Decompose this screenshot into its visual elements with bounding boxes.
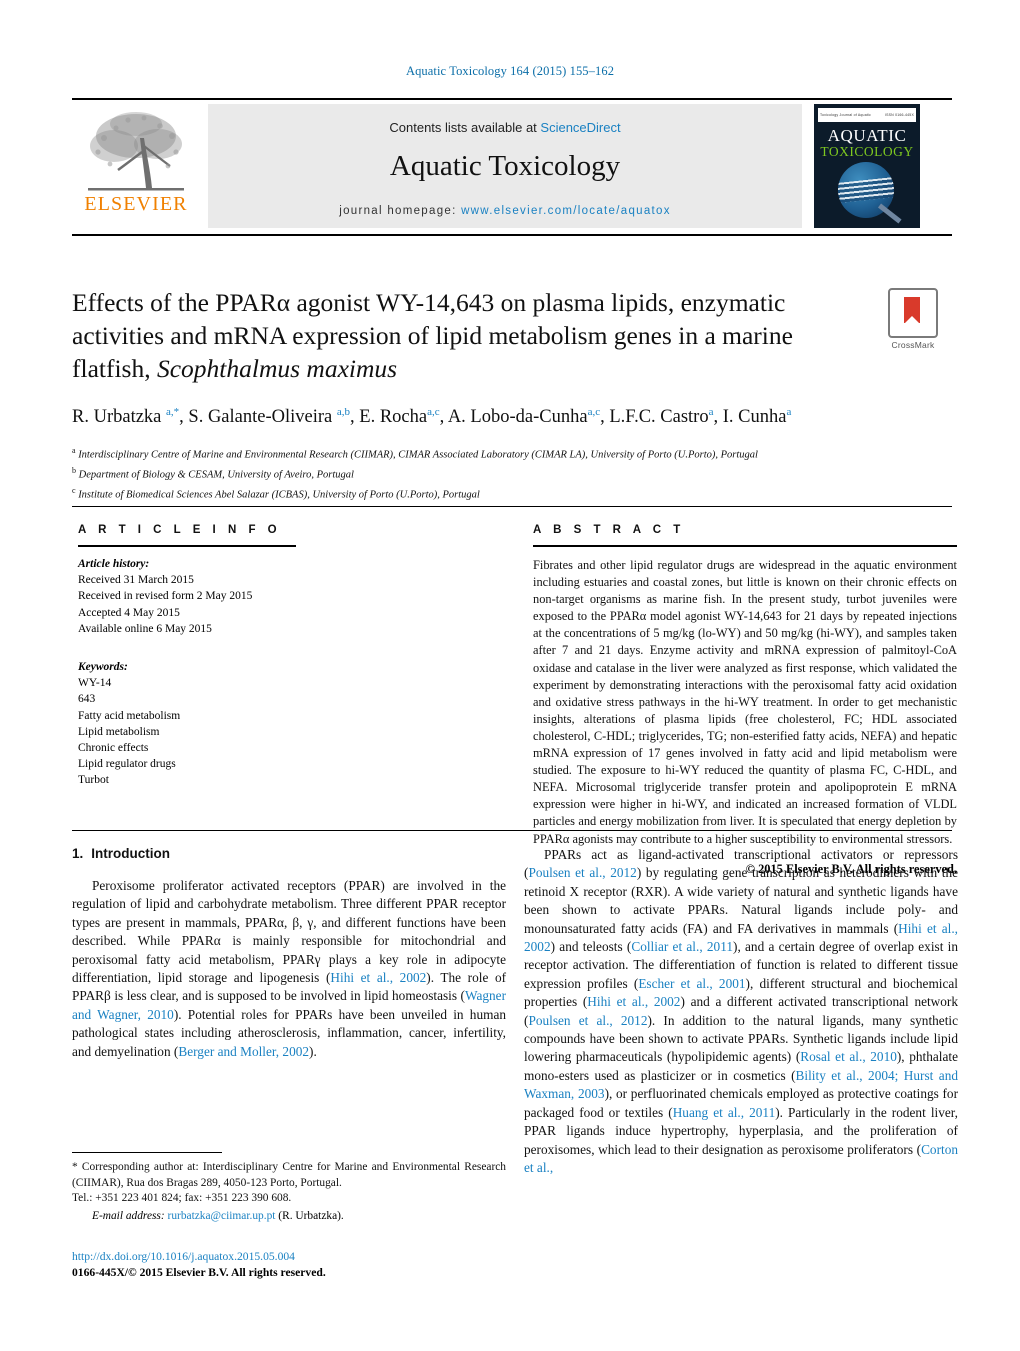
doi-link[interactable]: http://dx.doi.org/10.1016/j.aquatox.2015… <box>72 1249 572 1265</box>
affiliation-text: Institute of Biomedical Sciences Abel Sa… <box>78 489 480 501</box>
history-item: Available online 6 May 2015 <box>78 622 212 635</box>
citation-link[interactable]: Hihi et al., 2002 <box>587 994 680 1009</box>
article-info-heading: A R T I C L E I N F O <box>78 524 282 536</box>
keyword-item: Turbot <box>78 774 109 787</box>
crossmark-icon <box>888 288 938 338</box>
journal-band: Contents lists available at ScienceDirec… <box>208 104 802 228</box>
sciencedirect-link[interactable]: ScienceDirect <box>540 120 620 135</box>
article-history-label: Article history: <box>78 558 150 570</box>
section-heading-introduction: 1. Introduction <box>72 846 506 861</box>
corresponding-author-note: * Corresponding author at: Interdiscipli… <box>72 1161 506 1189</box>
magnifier-handle-icon <box>877 203 902 224</box>
title-line-3-plain: flatfish, <box>72 354 157 383</box>
affiliation-item: a Interdisciplinary Centre of Marine and… <box>72 443 852 463</box>
citation-link[interactable]: Wagner and Wagner, 2010 <box>72 988 506 1021</box>
affiliation-item: c Institute of Biomedical Sciences Abel … <box>72 483 852 503</box>
body-column-left: 1. Introduction Peroxisome proliferator a… <box>72 846 506 1061</box>
citation-link[interactable]: Hihi et al., 2002 <box>330 970 426 985</box>
journal-cover-image: Toxicology Journal of Aquatic ISSN 0166-… <box>814 104 920 228</box>
history-item: Received in revised form 2 May 2015 <box>78 590 253 603</box>
body-paragraph: PPARs act as ligand-activated transcript… <box>524 847 959 1175</box>
section-number: 1. <box>72 846 84 861</box>
section-title: Introduction <box>91 846 170 861</box>
cover-title-bottom: TOXICOLOGY <box>820 144 914 159</box>
affiliation-mark: c <box>72 486 76 496</box>
info-block-top-rule <box>72 506 952 507</box>
keyword-item: Chronic effects <box>78 742 149 755</box>
email-link[interactable]: rurbatzka@ciimar.up.pt <box>168 1210 276 1222</box>
title-line-2: activities and mRNA expression of lipid … <box>72 321 793 350</box>
journal-homepage-line: journal homepage: www.elsevier.com/locat… <box>208 205 802 217</box>
affiliation-item: b Department of Biology & CESAM, Univers… <box>72 463 852 483</box>
keyword-item: Lipid regulator drugs <box>78 758 176 771</box>
masthead-rule-top <box>72 98 952 100</box>
footnote-rule <box>72 1152 222 1153</box>
keyword-item: Lipid metabolism <box>78 725 160 738</box>
citation-link[interactable]: Poulsen et al., 2012 <box>528 865 636 880</box>
journal-homepage-link[interactable]: www.elsevier.com/locate/aquatox <box>461 205 671 217</box>
cover-title-top: AQUATIC <box>827 126 907 145</box>
citation-link[interactable]: Hihi et al., 2002 <box>524 921 958 954</box>
keyword-item: WY-14 <box>78 677 112 690</box>
crossmark-badge[interactable]: CrossMark <box>880 288 946 354</box>
keywords-block: Keywords: WY-14 643 Fatty acid metabolis… <box>78 659 296 789</box>
cover-strip-right: ISSN 0166-445X <box>884 113 914 117</box>
abstract-heading: A B S T R A C T <box>533 524 685 536</box>
crossmark-label: CrossMark <box>891 340 935 350</box>
citation-link[interactable]: Colliar et al., 2011 <box>631 939 733 954</box>
citation-link[interactable]: Berger and Moller, 2002 <box>178 1044 309 1059</box>
paper-page: Aquatic Toxicology 164 (2015) 155–162 EL… <box>0 0 1020 1351</box>
elsevier-logo: ELSEVIER <box>74 104 198 232</box>
affiliation-mark: a <box>72 446 76 456</box>
history-item: Accepted 4 May 2015 <box>78 606 180 619</box>
author-list: R. Urbatzka a,*, S. Galante-Oliveira a,b… <box>72 406 792 428</box>
crossmark-bookmark-shape <box>904 297 920 324</box>
affiliation-mark: b <box>72 466 76 476</box>
history-item: Received 31 March 2015 <box>78 574 194 587</box>
page-footer: http://dx.doi.org/10.1016/j.aquatox.2015… <box>72 1249 572 1281</box>
journal-masthead: ELSEVIER Contents lists available at Sci… <box>72 98 952 236</box>
affiliation-text: Department of Biology & CESAM, Universit… <box>78 469 354 481</box>
homepage-prefix: journal homepage: <box>339 205 462 217</box>
masthead-rule-bottom <box>72 234 952 236</box>
citation-link[interactable]: Escher et al., 2001 <box>638 976 745 991</box>
title-block: Effects of the PPARα agonist WY-14,643 o… <box>72 286 852 503</box>
abstract-rule <box>533 545 957 547</box>
title-line-1: Effects of the PPARα agonist WY-14,643 o… <box>72 288 786 317</box>
affiliation-text: Interdisciplinary Centre of Marine and E… <box>78 449 758 461</box>
keywords-label: Keywords: <box>78 661 128 674</box>
keyword-item: 643 <box>78 693 96 706</box>
contents-prefix: Contents lists available at <box>389 120 541 135</box>
contents-available-line: Contents lists available at ScienceDirec… <box>208 120 802 135</box>
running-head: Aquatic Toxicology 164 (2015) 155–162 <box>405 64 615 78</box>
article-history-block: Article history: Received 31 March 2015 … <box>78 556 296 637</box>
affiliation-list: a Interdisciplinary Centre of Marine and… <box>72 443 852 503</box>
email-note: E-mail address: rurbatzka@ciimar.up.pt (… <box>72 1209 506 1225</box>
journal-title: Aquatic Toxicology <box>389 150 621 182</box>
footnote-block: * Corresponding author at: Interdiscipli… <box>72 1160 506 1224</box>
abstract-column: A B S T R A C T Fibrates and other lipid… <box>533 524 957 877</box>
cover-top-strip: Toxicology Journal of Aquatic ISSN 0166-… <box>818 108 916 122</box>
email-owner: (R. Urbatzka). <box>278 1209 344 1222</box>
article-info-rule <box>78 545 296 547</box>
email-label: E-mail address: <box>92 1209 165 1222</box>
citation-link[interactable]: Rosal et al., 2010 <box>800 1049 897 1064</box>
citation-link[interactable]: Poulsen et al., 2012 <box>528 1013 647 1028</box>
keyword-item: Fatty acid metabolism <box>78 709 181 722</box>
title-species-name: Scophthalmus maximus <box>156 354 398 383</box>
body-paragraph: Peroxisome proliferator activated recept… <box>72 878 507 1059</box>
body-column-right: PPARs act as ligand-activated transcript… <box>524 846 958 1177</box>
article-info-column: A R T I C L E I N F O Article history: R… <box>78 524 296 789</box>
cover-strip-left: Toxicology Journal of Aquatic <box>820 113 871 117</box>
citation-link[interactable]: Bility et al., 2004; Hurst and Waxman, 2… <box>524 1068 958 1101</box>
elsevier-tree-icon <box>88 112 184 191</box>
citation-link[interactable]: Huang et al., 2011 <box>673 1105 776 1120</box>
contact-phone-note: Tel.: +351 223 401 824; fax: +351 223 39… <box>72 1192 292 1205</box>
page-title: Effects of the PPARα agonist WY-14,643 o… <box>72 286 852 385</box>
issn-copyright-line: 0166-445X/© 2015 Elsevier B.V. All right… <box>72 1266 326 1279</box>
citation-link[interactable]: Corton et al., <box>524 1142 958 1175</box>
abstract-text: Fibrates and other lipid regulator drugs… <box>533 558 957 846</box>
elsevier-wordmark: ELSEVIER <box>84 193 188 215</box>
